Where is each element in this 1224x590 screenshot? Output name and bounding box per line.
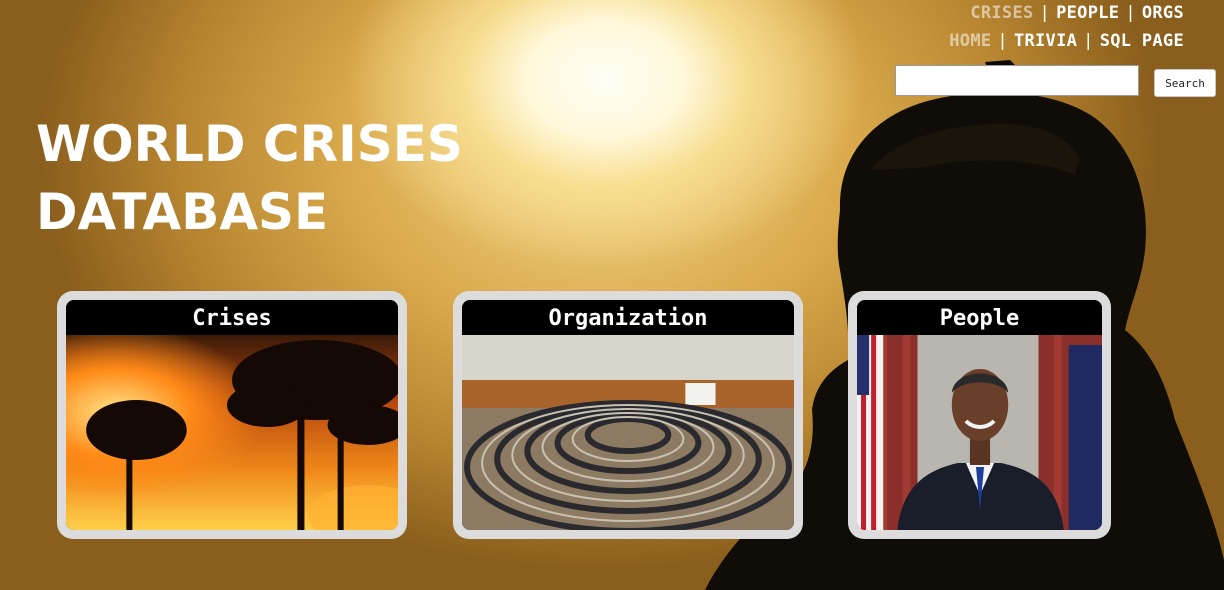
- search-button[interactable]: Search: [1154, 69, 1216, 97]
- nav-separator: |: [1125, 3, 1136, 23]
- assembly-hall-image: [462, 335, 794, 530]
- nav-separator: |: [1083, 31, 1094, 51]
- card-organization-label: Organization: [462, 300, 794, 335]
- card-people-inner: People: [857, 300, 1102, 530]
- nav-link-crises[interactable]: CRISES: [970, 3, 1033, 23]
- nav-row-2: HOME | TRIVIA | SQL PAGE: [949, 28, 1184, 56]
- top-nav: CRISES | PEOPLE | ORGS HOME | TRIVIA | SQL PAGE: [949, 0, 1184, 56]
- page-title: WORLD CRISES DATABASE: [36, 110, 463, 246]
- card-organization[interactable]: Organization: [453, 291, 803, 539]
- page-title-line-1: WORLD CRISES: [36, 115, 463, 173]
- card-crises[interactable]: Crises: [57, 291, 407, 539]
- nav-link-people[interactable]: PEOPLE: [1056, 3, 1119, 23]
- nav-link-sql-page[interactable]: SQL PAGE: [1100, 31, 1184, 51]
- card-people-label: People: [857, 300, 1102, 335]
- card-crises-label: Crises: [66, 300, 398, 335]
- nav-separator: |: [1039, 3, 1051, 23]
- nav-link-home[interactable]: HOME: [949, 31, 991, 51]
- search-input[interactable]: [895, 65, 1139, 96]
- card-organization-inner: Organization: [462, 300, 794, 530]
- nav-link-orgs[interactable]: ORGS: [1142, 3, 1184, 23]
- card-crises-inner: Crises: [66, 300, 398, 530]
- nav-row-1: CRISES | PEOPLE | ORGS: [949, 0, 1184, 28]
- card-people[interactable]: People: [848, 291, 1111, 539]
- forest-fire-image: [66, 335, 398, 530]
- nav-separator: |: [997, 31, 1008, 51]
- page-title-line-2: DATABASE: [36, 183, 329, 241]
- nav-link-trivia[interactable]: TRIVIA: [1014, 31, 1077, 51]
- portrait-image: [857, 335, 1102, 530]
